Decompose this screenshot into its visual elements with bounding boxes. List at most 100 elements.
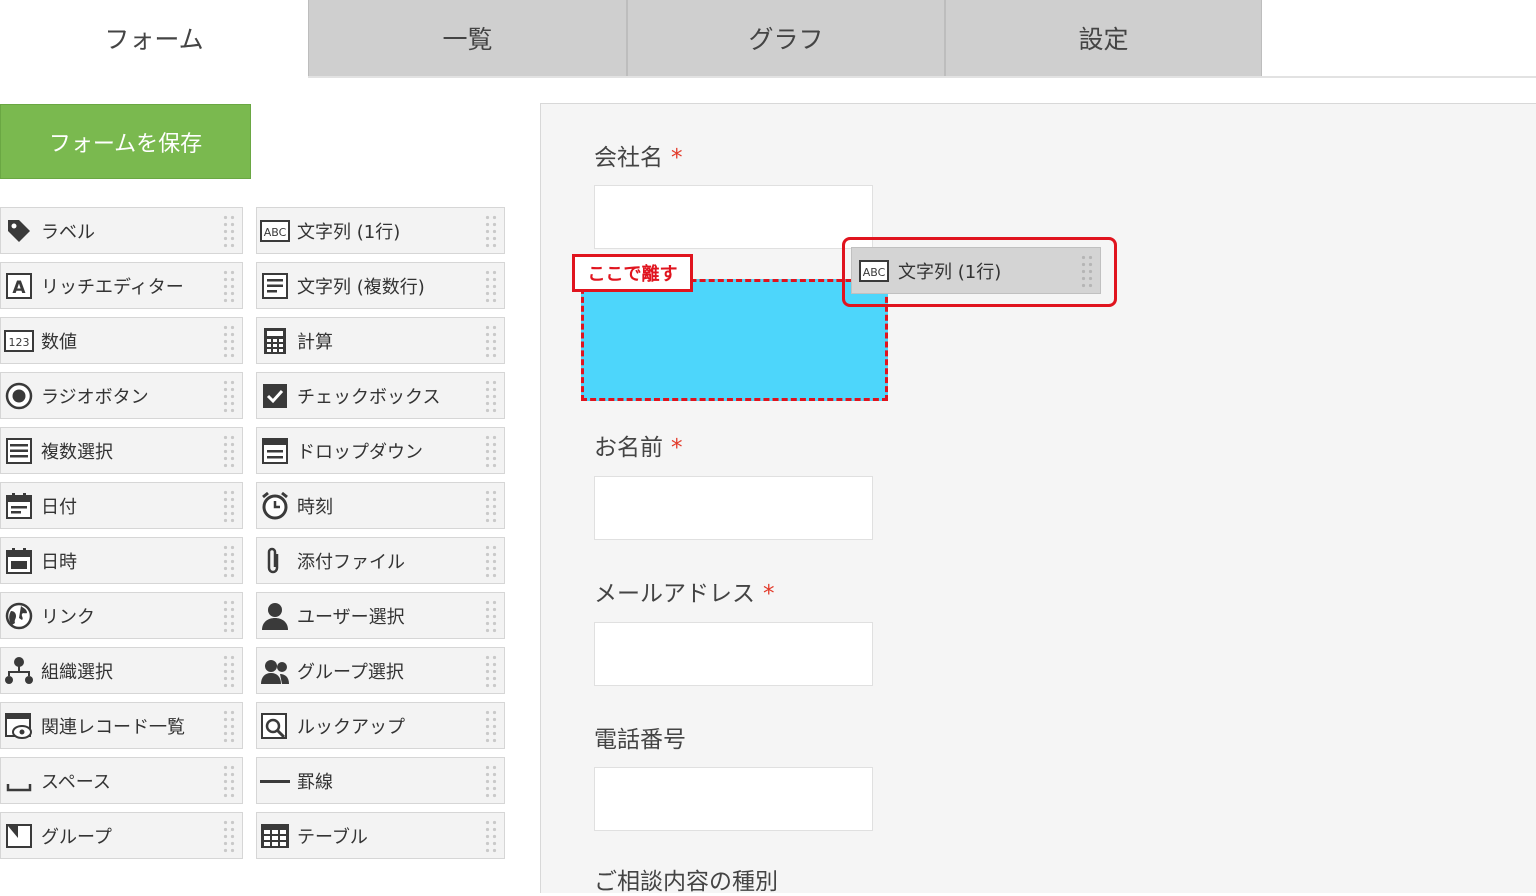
palette-item-related-records[interactable]: 関連レコード一覧 [0, 702, 243, 749]
calculator-icon [259, 325, 291, 357]
palette-item-number[interactable]: 123 数値 [0, 317, 243, 364]
email-input[interactable] [594, 622, 873, 686]
palette-item-text: ラジオボタン [41, 386, 149, 408]
space-icon [3, 765, 35, 797]
drag-handle-icon[interactable] [222, 324, 236, 358]
palette-item-label[interactable]: ラベル [0, 207, 243, 254]
drag-handle-icon[interactable] [222, 544, 236, 578]
dragged-item-text: 文字列 (1行) [898, 261, 1002, 283]
group-field-icon [3, 820, 35, 852]
svg-text:123: 123 [9, 336, 30, 349]
tab-settings[interactable]: 設定 [945, 0, 1262, 76]
drag-handle-icon[interactable] [222, 214, 236, 248]
company-input[interactable] [594, 185, 873, 249]
drag-handle-icon[interactable] [484, 544, 498, 578]
users-icon [259, 655, 291, 687]
drag-handle-icon[interactable] [222, 489, 236, 523]
palette-item-calc[interactable]: 計算 [256, 317, 505, 364]
tab-graph[interactable]: グラフ [627, 0, 945, 76]
palette-item-space[interactable]: スペース [0, 757, 243, 804]
palette-item-text: グループ選択 [297, 661, 404, 683]
drag-handle-icon[interactable] [484, 654, 498, 688]
palette-item-text: 添付ファイル [297, 551, 405, 573]
palette-item-link[interactable]: リンク [0, 592, 243, 639]
palette-item-text: 日付 [41, 496, 77, 518]
palette-item-date[interactable]: 日付 [0, 482, 243, 529]
field-label-name: お名前 * [594, 428, 683, 462]
tab-form[interactable]: フォーム [0, 0, 308, 76]
drag-handle-icon[interactable] [484, 214, 498, 248]
rich-editor-icon: A [3, 270, 35, 302]
drag-handle-icon[interactable] [222, 819, 236, 853]
palette-item-single-line-text[interactable]: ABC 文字列 (1行) [256, 207, 505, 254]
tab-divider [308, 76, 1536, 78]
drag-handle-icon[interactable] [222, 599, 236, 633]
radio-icon [3, 380, 35, 412]
svg-text:ABC: ABC [863, 266, 886, 279]
drag-handle-icon[interactable] [222, 379, 236, 413]
drag-handle-icon[interactable] [484, 269, 498, 303]
svg-text:A: A [12, 278, 26, 298]
drop-here-label: ここで離す [572, 254, 693, 292]
save-form-button[interactable]: フォームを保存 [0, 104, 251, 179]
required-mark: * [671, 435, 683, 461]
drag-handle-icon[interactable] [484, 434, 498, 468]
palette-item-checkbox[interactable]: チェックボックス [256, 372, 505, 419]
drag-handle-icon[interactable] [484, 379, 498, 413]
palette-item-multi-line-text[interactable]: 文字列 (複数行) [256, 262, 505, 309]
drag-handle-icon[interactable] [222, 709, 236, 743]
palette-item-attachment[interactable]: 添付ファイル [256, 537, 505, 584]
tag-icon [3, 215, 35, 247]
palette-item-user-select[interactable]: ユーザー選択 [256, 592, 505, 639]
palette-item-text: ドロップダウン [297, 441, 423, 463]
drag-handle-icon[interactable] [222, 434, 236, 468]
palette-item-dropdown[interactable]: ドロップダウン [256, 427, 505, 474]
dragged-field-single-line-text[interactable]: ABC 文字列 (1行) [851, 247, 1101, 294]
name-input[interactable] [594, 476, 873, 540]
palette-item-group[interactable]: グループ [0, 812, 243, 859]
user-icon [259, 600, 291, 632]
drag-handle-icon[interactable] [484, 599, 498, 633]
palette-item-table[interactable]: テーブル [256, 812, 505, 859]
palette-item-lookup[interactable]: ルックアップ [256, 702, 505, 749]
palette-item-radio[interactable]: ラジオボタン [0, 372, 243, 419]
drag-handle-icon[interactable] [484, 764, 498, 798]
palette-item-text: ユーザー選択 [297, 606, 405, 628]
tab-list[interactable]: 一覧 [308, 0, 627, 76]
palette-item-rich-editor[interactable]: A リッチエディター [0, 262, 243, 309]
paperclip-icon [259, 545, 291, 577]
palette-item-time[interactable]: 時刻 [256, 482, 505, 529]
required-mark: * [763, 581, 775, 607]
clock-icon [259, 490, 291, 522]
palette-item-text: リンク [41, 606, 95, 628]
multi-select-icon [3, 435, 35, 467]
drag-handle-icon[interactable] [484, 819, 498, 853]
drag-handle-icon[interactable] [484, 489, 498, 523]
drag-handle-icon[interactable] [222, 654, 236, 688]
globe-icon [3, 600, 35, 632]
checkbox-icon [259, 380, 291, 412]
palette-item-text: チェックボックス [297, 386, 441, 408]
palette-item-text: リッチエディター [41, 276, 184, 298]
abc-icon: ABC [259, 215, 291, 247]
palette-item-text: 文字列 (複数行) [297, 276, 425, 298]
field-label-text: ご相談内容の種別 [594, 869, 778, 895]
palette-item-datetime[interactable]: 日時 [0, 537, 243, 584]
tab-bar: フォーム 一覧 グラフ 設定 [0, 0, 1536, 78]
drag-handle-icon[interactable] [1080, 254, 1094, 288]
palette-item-rule[interactable]: 罫線 [256, 757, 505, 804]
palette-item-text: 計算 [297, 331, 333, 353]
phone-input[interactable] [594, 767, 873, 831]
palette-item-multi-select[interactable]: 複数選択 [0, 427, 243, 474]
palette-item-group-select[interactable]: グループ選択 [256, 647, 505, 694]
field-label-text: 電話番号 [594, 727, 686, 753]
drag-handle-icon[interactable] [484, 324, 498, 358]
drag-handle-icon[interactable] [484, 709, 498, 743]
palette-item-text: 数値 [41, 331, 77, 353]
drag-handle-icon[interactable] [222, 764, 236, 798]
svg-text:ABC: ABC [264, 226, 287, 239]
palette-item-org-select[interactable]: 組織選択 [0, 647, 243, 694]
palette-item-text: グループ [41, 826, 112, 848]
drag-handle-icon[interactable] [222, 269, 236, 303]
palette-item-text: ルックアップ [297, 716, 405, 738]
